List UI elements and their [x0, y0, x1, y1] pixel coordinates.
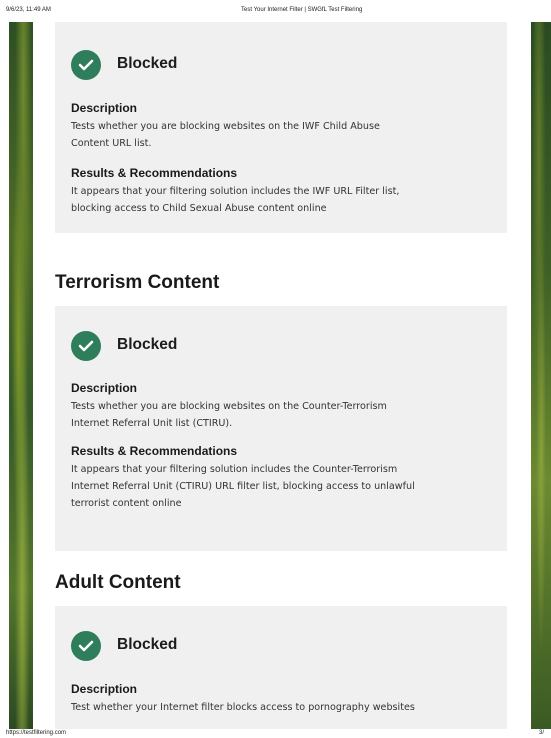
results-line: It appears that your filtering solution …: [71, 464, 398, 475]
description-line: Internet Referral Unit list (CTIRU).: [71, 418, 233, 429]
print-datetime: 9/6/23, 11:49 AM: [6, 7, 51, 13]
results-line: blocking access to Child Sexual Abuse co…: [71, 203, 327, 214]
results-content: Blocked Description Tests whether you ar…: [33, 22, 531, 729]
check-circle-icon: [71, 631, 101, 661]
section-heading-terrorism: Terrorism Content: [55, 272, 220, 293]
description-line: Test whether your Internet filter blocks…: [71, 702, 415, 713]
result-card-adult: Blocked Description Test whether your In…: [55, 606, 507, 729]
result-card-terrorism: Blocked Description Tests whether you ar…: [55, 306, 507, 551]
description-label: Description: [71, 381, 138, 395]
results-line: Internet Referral Unit (CTIRU) URL filte…: [71, 481, 415, 492]
print-page-number: 3/: [539, 730, 545, 736]
print-footer: https://testfiltering.com 3/: [0, 729, 551, 738]
status-row: Blocked: [71, 50, 271, 80]
description-line: Tests whether you are blocking websites …: [71, 401, 387, 412]
forest-background-right: [531, 22, 551, 729]
forest-background-left: [9, 22, 33, 729]
description-label: Description: [71, 682, 138, 696]
results-text: It appears that your filtering solution …: [71, 183, 491, 217]
description-text: Tests whether you are blocking websites …: [71, 398, 491, 432]
status-row: Blocked: [71, 331, 271, 361]
status-label: Blocked: [117, 636, 178, 653]
print-header: 9/6/23, 11:49 AM Test Your Internet Filt…: [0, 0, 551, 22]
results-line: terrorist content online: [71, 498, 182, 509]
print-page-title: Test Your Internet Filter | SWGfL Test F…: [241, 7, 363, 13]
print-url: https://testfiltering.com: [6, 730, 67, 736]
results-label: Results & Recommendations: [71, 166, 238, 180]
section-heading-adult: Adult Content: [55, 572, 181, 593]
description-line: Content URL list.: [71, 138, 152, 149]
status-label: Blocked: [117, 336, 178, 353]
results-label: Results & Recommendations: [71, 444, 238, 458]
status-row: Blocked: [71, 631, 271, 661]
description-label: Description: [71, 101, 138, 115]
check-circle-icon: [71, 331, 101, 361]
description-text: Tests whether you are blocking websites …: [71, 118, 491, 152]
description-text: Test whether your Internet filter blocks…: [71, 699, 491, 716]
check-circle-icon: [71, 50, 101, 80]
results-text: It appears that your filtering solution …: [71, 461, 491, 512]
results-line: It appears that your filtering solution …: [71, 186, 400, 197]
description-line: Tests whether you are blocking websites …: [71, 121, 380, 132]
result-card-iwf: Blocked Description Tests whether you ar…: [55, 22, 507, 233]
status-label: Blocked: [117, 55, 178, 72]
